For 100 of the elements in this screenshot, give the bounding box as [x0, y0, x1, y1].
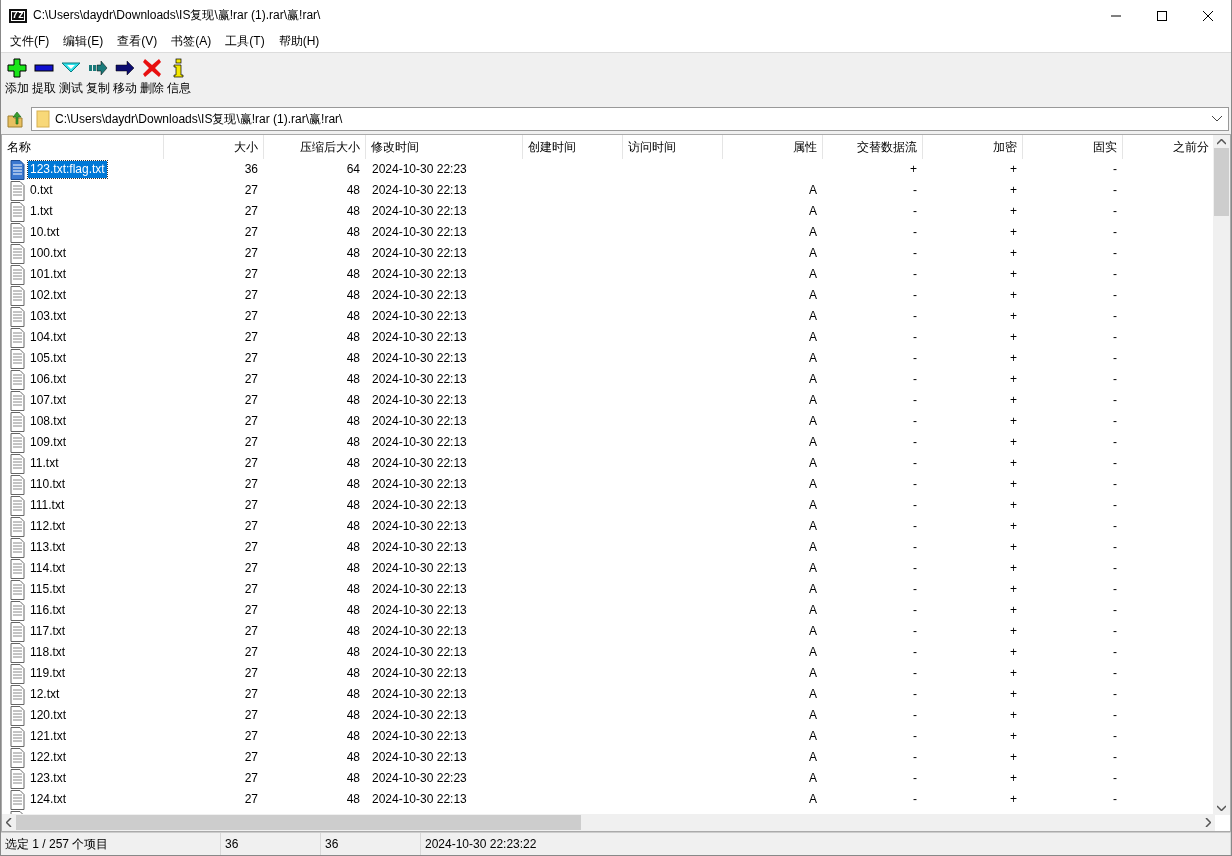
file-name[interactable]: 112.txt [28, 518, 68, 535]
menu-item[interactable]: 查看(V) [110, 33, 165, 50]
toolbar-button[interactable]: 提取 [31, 57, 57, 98]
file-name[interactable]: 123.txt [28, 770, 69, 787]
table-cell: 48 [346, 372, 360, 386]
table-cell: 2024-10-30 22:13 [372, 288, 467, 302]
table-cell: A [809, 708, 817, 722]
table-cell: - [913, 666, 917, 680]
file-name[interactable]: 108.txt [28, 413, 69, 430]
file-name[interactable]: 109.txt [28, 434, 69, 451]
table-cell: - [1113, 519, 1117, 533]
toolbar-button[interactable]: 信息 [166, 57, 192, 98]
file-name[interactable]: 110.txt [28, 476, 68, 493]
file-name[interactable]: 113.txt [28, 539, 68, 556]
scrollbar-thumb[interactable] [16, 815, 581, 830]
file-name[interactable]: 101.txt [28, 266, 69, 283]
file-name[interactable]: 0.txt [28, 182, 55, 199]
file-name[interactable]: 105.txt [28, 350, 69, 367]
vertical-scrollbar[interactable] [1213, 135, 1230, 815]
file-name[interactable]: 10.txt [28, 224, 62, 241]
column-header[interactable]: 固实 [1023, 135, 1123, 159]
table-cell: - [913, 267, 917, 281]
menu-item[interactable]: 帮助(H) [271, 33, 327, 50]
menu-item[interactable]: 书签(A) [164, 33, 219, 50]
file-name[interactable]: 120.txt [28, 707, 69, 724]
table-cell: - [1113, 624, 1117, 638]
column-header[interactable]: 大小 [164, 135, 264, 159]
address-field[interactable]: C:\Users\daydr\Downloads\IS复现\赢!rar (1).rar\赢!rar\ [31, 107, 1229, 131]
horizontal-scrollbar[interactable] [2, 814, 1215, 831]
file-name[interactable]: 12.txt [28, 686, 62, 703]
column-header[interactable]: 属性 [723, 135, 823, 159]
file-name[interactable]: 117.txt [28, 623, 68, 640]
column-header[interactable]: 交替数据流 [823, 135, 923, 159]
table-cell: 48 [346, 225, 360, 239]
table-cell: 27 [244, 435, 258, 449]
table-cell: 48 [346, 666, 360, 680]
column-header[interactable]: 加密 [923, 135, 1023, 159]
table-cell: - [1113, 246, 1117, 260]
table-cell: + [1010, 162, 1017, 176]
table-cell: - [1113, 183, 1117, 197]
file-name[interactable]: 115.txt [28, 581, 68, 598]
file-name[interactable]: 107.txt [28, 392, 69, 409]
table-cell: 48 [346, 582, 360, 596]
table-cell: 48 [346, 498, 360, 512]
table-cell: + [1010, 246, 1017, 260]
table-cell: 27 [244, 225, 258, 239]
file-name[interactable]: 124.txt [28, 791, 69, 808]
table-cell: 27 [244, 792, 258, 806]
table-cell: - [913, 498, 917, 512]
scrollbar-thumb[interactable] [1214, 148, 1229, 216]
file-name[interactable]: 104.txt [28, 329, 69, 346]
file-name[interactable]: 116.txt [28, 602, 68, 619]
column-header[interactable]: 压缩后大小 [264, 135, 366, 159]
toolbar-button[interactable]: 测试 [58, 57, 84, 98]
toolbar-button[interactable]: 复制 [85, 57, 111, 98]
file-name[interactable]: 122.txt [28, 749, 69, 766]
table-cell: 2024-10-30 22:13 [372, 750, 467, 764]
table-cell: - [1113, 351, 1117, 365]
file-name[interactable]: 123.txt:flag.txt [28, 161, 107, 178]
column-header[interactable]: 名称 [2, 135, 164, 159]
column-header[interactable]: 访问时间 [623, 135, 723, 159]
file-name[interactable]: 100.txt [28, 245, 69, 262]
table-cell: - [913, 393, 917, 407]
table-cell: A [809, 183, 817, 197]
table-cell: A [809, 498, 817, 512]
file-name[interactable]: 119.txt [28, 665, 68, 682]
menu-item[interactable]: 工具(T) [218, 33, 272, 50]
table-cell: 48 [346, 414, 360, 428]
file-name[interactable]: 1.txt [28, 203, 55, 220]
table-cell: - [1113, 603, 1117, 617]
table-cell: 2024-10-30 22:13 [372, 435, 467, 449]
file-name[interactable]: 102.txt [28, 287, 69, 304]
arrow-icon [88, 58, 108, 78]
menu-item[interactable]: 文件(F) [3, 33, 57, 50]
file-name[interactable]: 121.txt [28, 728, 69, 745]
toolbar-button[interactable]: 删除 [139, 57, 165, 98]
table-cell: 48 [346, 792, 360, 806]
address-text: C:\Users\daydr\Downloads\IS复现\赢!rar (1).rar\赢!rar\ [55, 110, 343, 128]
menu-item[interactable]: 编辑(E) [56, 33, 111, 50]
table-cell: 27 [244, 561, 258, 575]
table-cell: - [1113, 393, 1117, 407]
table-cell: 2024-10-30 22:13 [372, 708, 467, 722]
toolbar-button[interactable]: 移动 [112, 57, 138, 98]
table-cell: + [1010, 645, 1017, 659]
table-cell: - [913, 309, 917, 323]
table-cell: - [1113, 288, 1117, 302]
table-cell: + [1010, 372, 1017, 386]
file-name[interactable]: 106.txt [28, 371, 69, 388]
file-name[interactable]: 103.txt [28, 308, 69, 325]
column-header[interactable]: 创建时间 [523, 135, 623, 159]
file-name[interactable]: 118.txt [28, 644, 68, 661]
column-header[interactable]: 修改时间 [366, 135, 523, 159]
table-cell: + [1010, 687, 1017, 701]
file-name[interactable]: 11.txt [28, 455, 61, 472]
file-name[interactable]: 111.txt [28, 497, 67, 514]
file-name[interactable]: 114.txt [28, 560, 68, 577]
table-cell: 27 [244, 372, 258, 386]
table-cell: 2024-10-30 22:13 [372, 183, 467, 197]
toolbar-button[interactable]: 添加 [4, 57, 30, 98]
close-icon [1203, 10, 1213, 21]
